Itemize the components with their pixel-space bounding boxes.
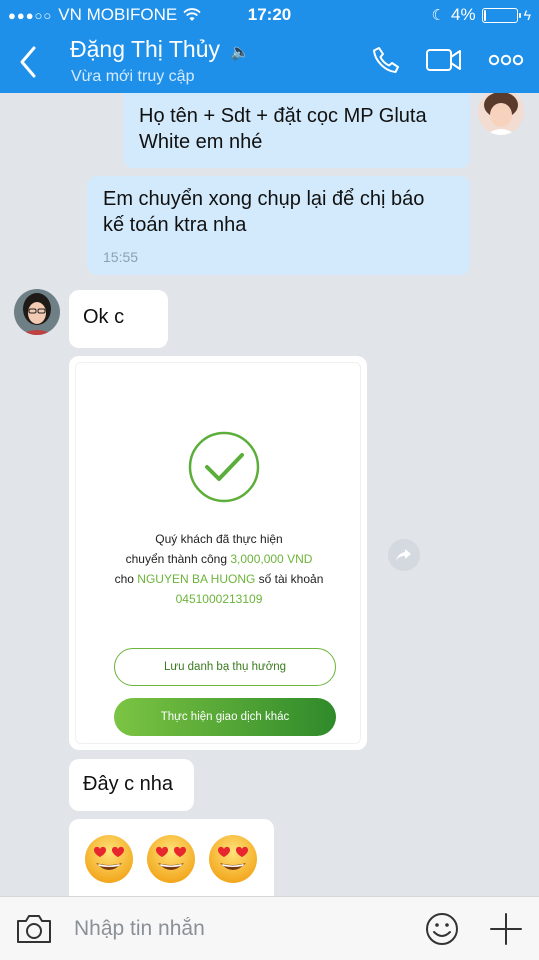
message-text: Họ tên + Sdt + đặt cọc MP Gluta — [139, 105, 427, 127]
share-icon[interactable] — [388, 539, 420, 571]
message-bubble-incoming[interactable]: Đây c nha — [69, 759, 194, 811]
receipt-account: 0451000213109 — [175, 592, 263, 606]
image-message[interactable]: Quý khách đã thực hiện chuyển thành công… — [69, 356, 367, 750]
contact-name[interactable]: Đặng Thị Thủy 🔈 — [70, 36, 250, 63]
video-icon[interactable] — [424, 42, 464, 78]
heart-eyes-emoji-icon — [147, 835, 195, 883]
new-transaction-button: Thực hiện giao dịch khác — [114, 698, 336, 736]
receipt-text-part: số tài khoản — [255, 572, 324, 586]
message-bubble-incoming[interactable]: Ok c — [69, 290, 168, 348]
battery-percent: 4% — [451, 5, 476, 24]
message-bubble-outgoing[interactable]: Họ tên + Sdt + đặt cọc MP Gluta White em… — [123, 93, 470, 168]
contact-name-text: Đặng Thị Thủy — [70, 36, 221, 62]
receipt-line: cho NGUYEN BA HUONG số tài khoản — [76, 569, 362, 589]
composer-bar — [0, 896, 539, 960]
my-avatar[interactable] — [478, 93, 524, 135]
message-list[interactable]: Họ tên + Sdt + đặt cọc MP Gluta White em… — [0, 93, 539, 896]
receipt-line: chuyển thành công 3,000,000 VND — [76, 549, 362, 569]
receipt-text-part: chuyển thành công — [125, 552, 231, 566]
nav-bar: Đặng Thị Thủy 🔈 Vừa mới truy cập — [0, 30, 539, 93]
message-bubble-outgoing[interactable]: Em chuyển xong chụp lại để chị báo kế to… — [87, 176, 470, 275]
success-check-icon — [188, 431, 260, 503]
receipt-recipient: NGUYEN BA HUONG — [137, 572, 256, 586]
heart-eyes-emoji-icon — [85, 835, 133, 883]
receipt-line: Quý khách đã thực hiện — [155, 532, 283, 546]
message-input[interactable] — [74, 911, 404, 947]
save-beneficiary-button: Lưu danh bạ thụ hưởng — [114, 648, 336, 686]
emoji-icon[interactable] — [424, 911, 460, 947]
camera-icon[interactable] — [14, 913, 54, 945]
receipt-message: Quý khách đã thực hiện chuyển thành công… — [76, 529, 362, 609]
phone-icon[interactable] — [366, 42, 406, 78]
message-time: 15:55 — [103, 249, 139, 265]
receipt-amount: 3,000,000 VND — [230, 552, 313, 566]
muted-speaker-icon: 🔈 — [230, 44, 251, 61]
back-icon[interactable] — [14, 44, 42, 80]
emoji-message[interactable] — [69, 819, 274, 896]
heart-eyes-emoji-icon — [209, 835, 257, 883]
charging-icon: ϟ — [523, 7, 531, 23]
contact-avatar[interactable] — [14, 289, 60, 335]
message-text: White em nhé — [139, 131, 263, 153]
status-bar: ●●●○○ VN MOBIFONE 17:20 ☾ 4% ϟ — [0, 0, 539, 30]
message-text: Ok c — [83, 306, 125, 328]
battery-icon — [481, 7, 521, 23]
online-status: Vừa mới truy cập — [71, 68, 195, 85]
more-icon[interactable] — [486, 42, 526, 78]
message-text: kế toán ktra nha — [103, 214, 247, 236]
moon-icon: ☾ — [431, 7, 445, 24]
message-text: Em chuyển xong chụp lại để chị báo — [103, 188, 425, 210]
receipt-text-part: cho — [114, 572, 138, 586]
receipt-screenshot: Quý khách đã thực hiện chuyển thành công… — [75, 362, 361, 744]
message-text: Đây c nha — [83, 773, 174, 795]
plus-icon[interactable] — [488, 911, 524, 947]
chat-header: ●●●○○ VN MOBIFONE 17:20 ☾ 4% ϟ Đặng Thị … — [0, 0, 539, 93]
